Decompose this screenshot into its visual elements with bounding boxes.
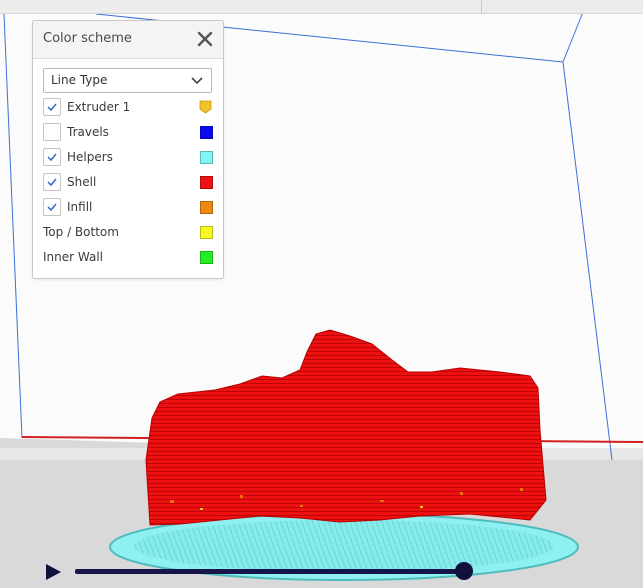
top-bottom-color-swatch bbox=[200, 226, 213, 239]
top-bottom-label: Top / Bottom bbox=[43, 225, 119, 239]
layer-slider-handle[interactable] bbox=[455, 562, 473, 580]
toolbar-divider bbox=[481, 0, 482, 13]
checkmark-icon bbox=[47, 203, 57, 212]
color-scheme-panel: Color scheme Line Type Extruder 1 Travel… bbox=[32, 20, 224, 279]
inner-wall-label: Inner Wall bbox=[43, 250, 103, 264]
inner-wall-color-swatch bbox=[200, 251, 213, 264]
play-icon[interactable] bbox=[42, 561, 64, 583]
shell-label: Shell bbox=[67, 175, 97, 189]
extruder-1-label: Extruder 1 bbox=[67, 100, 131, 114]
checkmark-icon bbox=[47, 103, 57, 112]
checkmark-icon bbox=[47, 153, 57, 162]
close-icon[interactable] bbox=[194, 28, 216, 50]
infill-checkbox[interactable] bbox=[43, 198, 61, 216]
infill-label: Infill bbox=[67, 200, 93, 214]
layer-slider-track[interactable] bbox=[75, 569, 466, 574]
legend-item-inner-wall: Inner Wall bbox=[43, 247, 213, 267]
shell-checkbox[interactable] bbox=[43, 173, 61, 191]
legend-item-extruder-1: Extruder 1 bbox=[43, 97, 213, 117]
travels-color-swatch bbox=[200, 126, 213, 139]
travels-checkbox[interactable] bbox=[43, 123, 61, 141]
play-button[interactable] bbox=[42, 561, 64, 583]
line-type-dropdown[interactable]: Line Type bbox=[43, 68, 212, 93]
close-button[interactable] bbox=[194, 28, 216, 50]
checkmark-icon bbox=[47, 178, 57, 187]
helpers-label: Helpers bbox=[67, 150, 113, 164]
legend-item-helpers: Helpers bbox=[43, 147, 213, 167]
legend-item-infill: Infill bbox=[43, 197, 213, 217]
brim-inner bbox=[134, 520, 554, 572]
color-scheme-header: Color scheme bbox=[33, 21, 223, 59]
shell-color-swatch bbox=[200, 176, 213, 189]
helpers-color-swatch bbox=[200, 151, 213, 164]
legend-item-shell: Shell bbox=[43, 172, 213, 192]
extruder-color-drop-icon bbox=[199, 100, 212, 114]
dropdown-selected-value: Line Type bbox=[51, 73, 108, 87]
color-scheme-title: Color scheme bbox=[43, 31, 132, 46]
legend-item-top-bottom: Top / Bottom bbox=[43, 222, 213, 242]
travels-label: Travels bbox=[67, 125, 109, 139]
helpers-checkbox[interactable] bbox=[43, 148, 61, 166]
top-toolbar-strip bbox=[0, 0, 643, 14]
extruder-1-checkbox[interactable] bbox=[43, 98, 61, 116]
legend-item-travels: Travels bbox=[43, 122, 213, 142]
infill-color-swatch bbox=[200, 201, 213, 214]
chevron-down-icon bbox=[191, 77, 203, 85]
